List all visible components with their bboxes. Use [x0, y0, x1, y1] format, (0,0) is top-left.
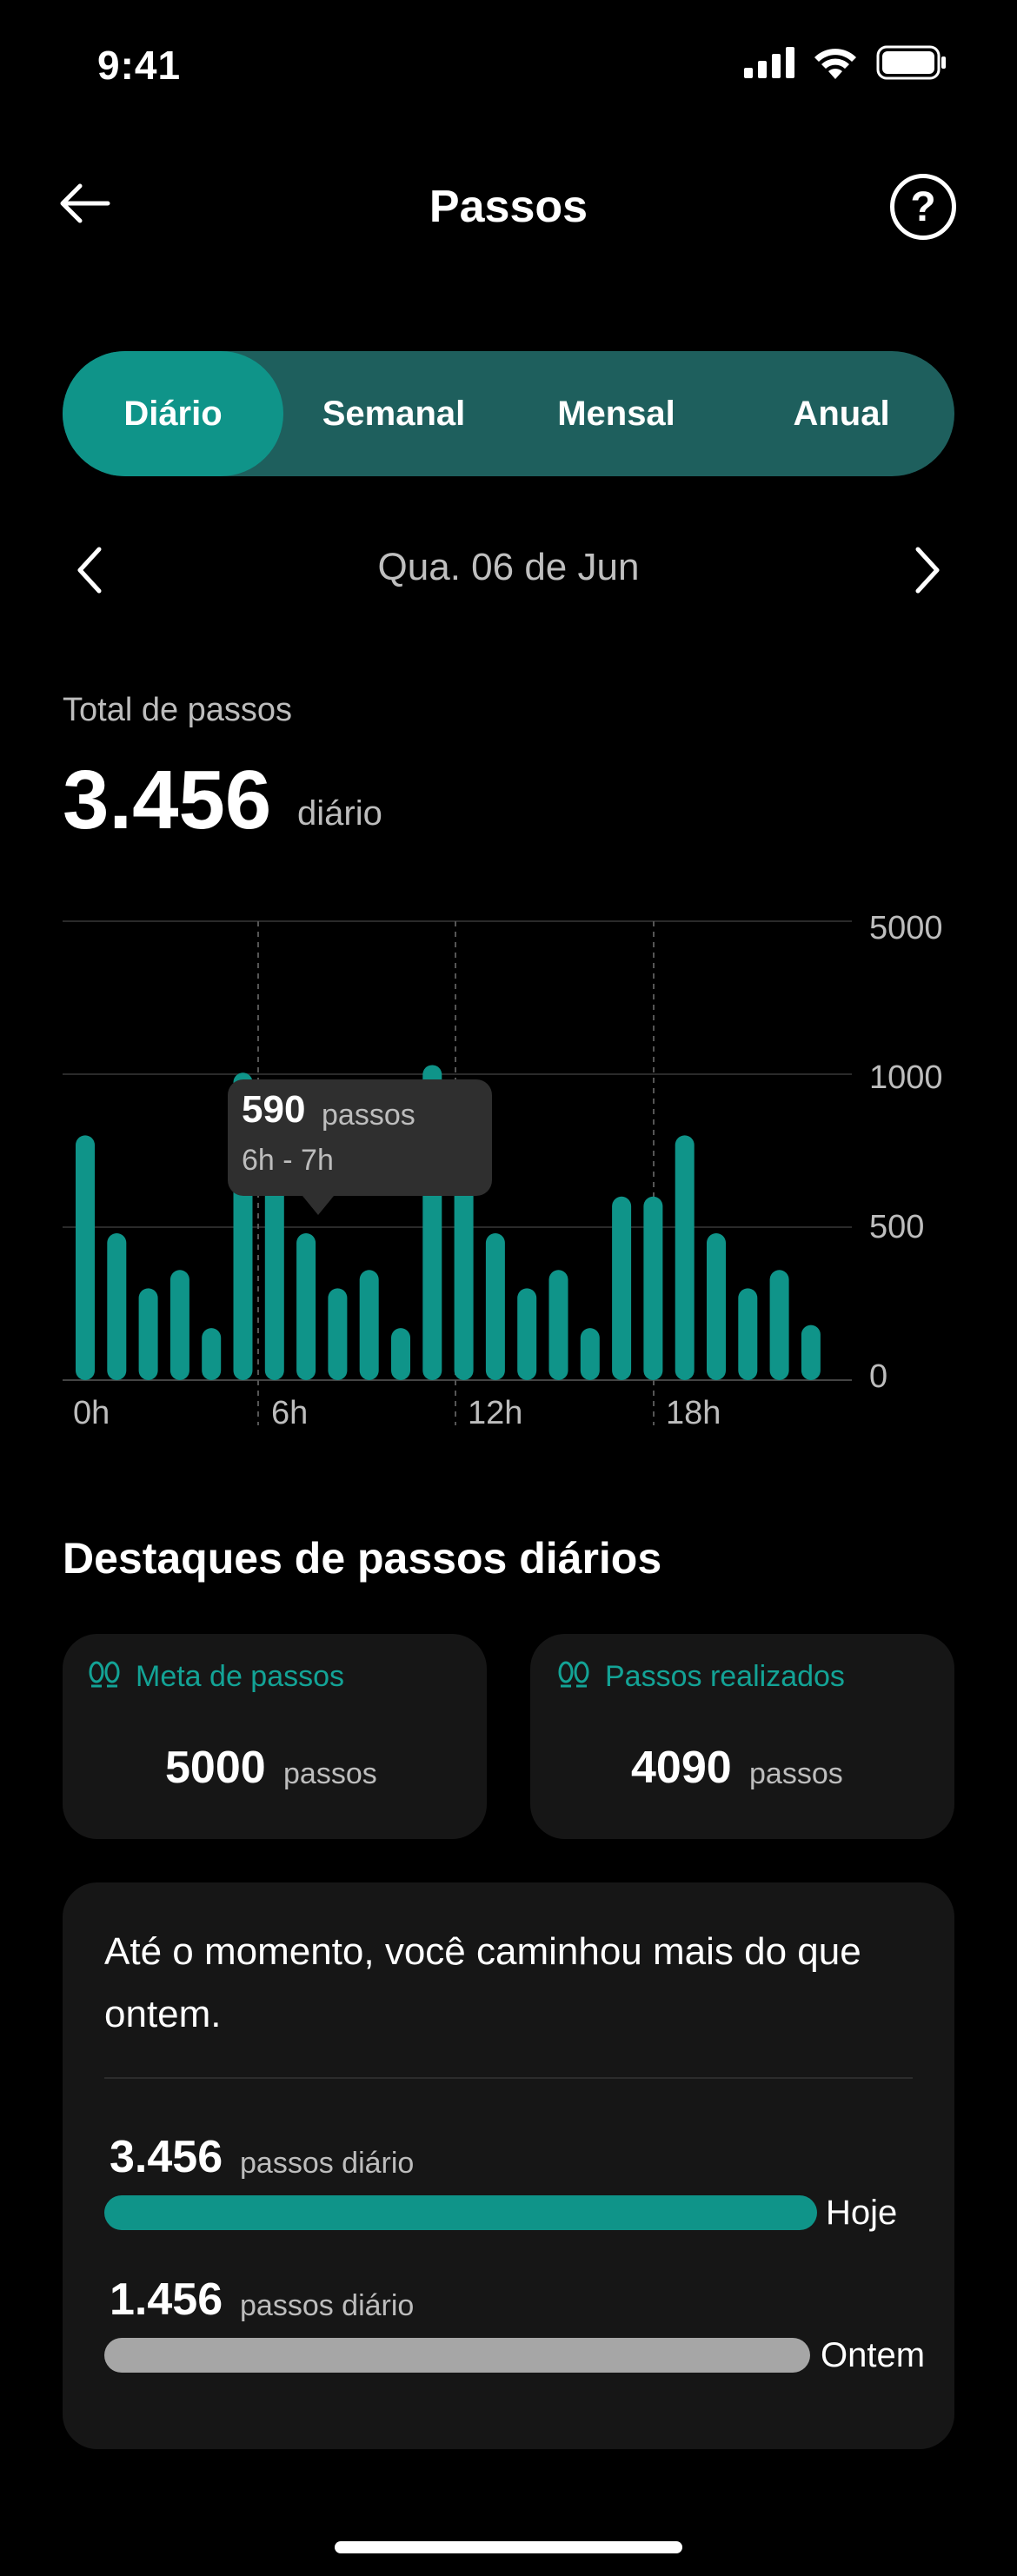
chart-bar-23h[interactable] [801, 1325, 821, 1380]
goal-title: Meta de passos [136, 1660, 345, 1693]
footsteps-icon [89, 1661, 120, 1688]
chart-bar-3h[interactable] [170, 1270, 189, 1380]
steps-bar-chart: 5000100050000h 6h 12h 18h [63, 910, 943, 1431]
today-bar [104, 2195, 817, 2230]
cellular-signal-icon [744, 47, 794, 78]
chart-bar-10h[interactable] [391, 1328, 410, 1380]
chart-bar-16h[interactable] [580, 1328, 600, 1380]
help-icon[interactable]: ? [890, 174, 956, 240]
chart-bar-8h[interactable] [328, 1288, 348, 1380]
tab-yearly[interactable]: Anual [728, 351, 954, 476]
chart-bar-9h[interactable] [359, 1270, 379, 1380]
yesterday-unit: passos diário [240, 2289, 415, 2322]
tab-daily[interactable]: Diário [63, 351, 283, 476]
divider [104, 2077, 913, 2079]
done-unit: passos [749, 1757, 843, 1790]
total-label: Total de passos [63, 692, 293, 728]
tab-weekly[interactable]: Semanal [283, 351, 504, 476]
chart-bar-21h[interactable] [738, 1288, 758, 1380]
y-tick-label: 1000 [869, 1059, 943, 1096]
today-unit: passos diário [240, 2147, 415, 2180]
chart-bar-4h[interactable] [202, 1328, 222, 1380]
highlights-title: Destaques de passos diários [63, 1534, 662, 1583]
tooltip-arrow [302, 1196, 334, 1215]
x-tick-label: 12h [468, 1395, 522, 1431]
chart-bar-7h[interactable] [296, 1233, 316, 1380]
home-indicator[interactable] [335, 2541, 682, 2553]
total-value: 3.456 [63, 754, 272, 846]
chart-bar-22h[interactable] [769, 1270, 789, 1380]
chart-bar-20h[interactable] [707, 1233, 726, 1380]
chart-bar-0h[interactable] [76, 1135, 95, 1380]
period-tabs: Diário Semanal Mensal Anual [63, 351, 954, 476]
tooltip-value: 590 [242, 1088, 306, 1131]
chart-bar-18h[interactable] [643, 1196, 663, 1380]
yesterday-bar [104, 2338, 810, 2373]
x-tick-label: 6h [271, 1395, 308, 1431]
tooltip-range: 6h - 7h [242, 1144, 334, 1177]
chart-bar-13h[interactable] [485, 1233, 505, 1380]
chart-bar-1h[interactable] [107, 1233, 127, 1380]
status-icons [744, 45, 947, 80]
y-tick-label: 5000 [869, 910, 943, 946]
page-title: Passos [429, 182, 588, 232]
wifi-icon [814, 49, 856, 79]
done-value: 4090 [631, 1743, 732, 1793]
status-time: 9:41 [97, 43, 182, 88]
current-date: Qua. 06 de Jun [377, 546, 640, 588]
chart-bar-2h[interactable] [138, 1288, 158, 1380]
y-tick-label: 0 [869, 1358, 887, 1395]
yesterday-label: Ontem [821, 2336, 926, 2374]
tooltip-unit: passos [322, 1099, 415, 1132]
goal-value: 5000 [165, 1743, 266, 1793]
chart-bar-14h[interactable] [517, 1288, 537, 1380]
y-tick-label: 500 [869, 1209, 924, 1245]
today-label: Hoje [826, 2194, 898, 2232]
battery-icon [876, 45, 946, 80]
goal-unit: passos [283, 1757, 377, 1790]
footsteps-icon [558, 1661, 589, 1688]
done-title: Passos realizados [605, 1660, 845, 1693]
tab-monthly[interactable]: Mensal [504, 351, 728, 476]
chevron-right-icon[interactable] [901, 544, 953, 596]
total-unit: diário [297, 794, 382, 833]
comparison-text: Até o momento, você caminhou mais do que… [104, 1930, 861, 2035]
chart-bar-17h[interactable] [612, 1196, 632, 1380]
chart-bar-19h[interactable] [675, 1135, 695, 1380]
today-value: 3.456 [110, 2132, 223, 2182]
yesterday-value: 1.456 [110, 2274, 223, 2325]
x-tick-label: 18h [666, 1395, 721, 1431]
x-tick-label: 0h [73, 1395, 110, 1431]
chart-bar-15h[interactable] [548, 1270, 568, 1380]
